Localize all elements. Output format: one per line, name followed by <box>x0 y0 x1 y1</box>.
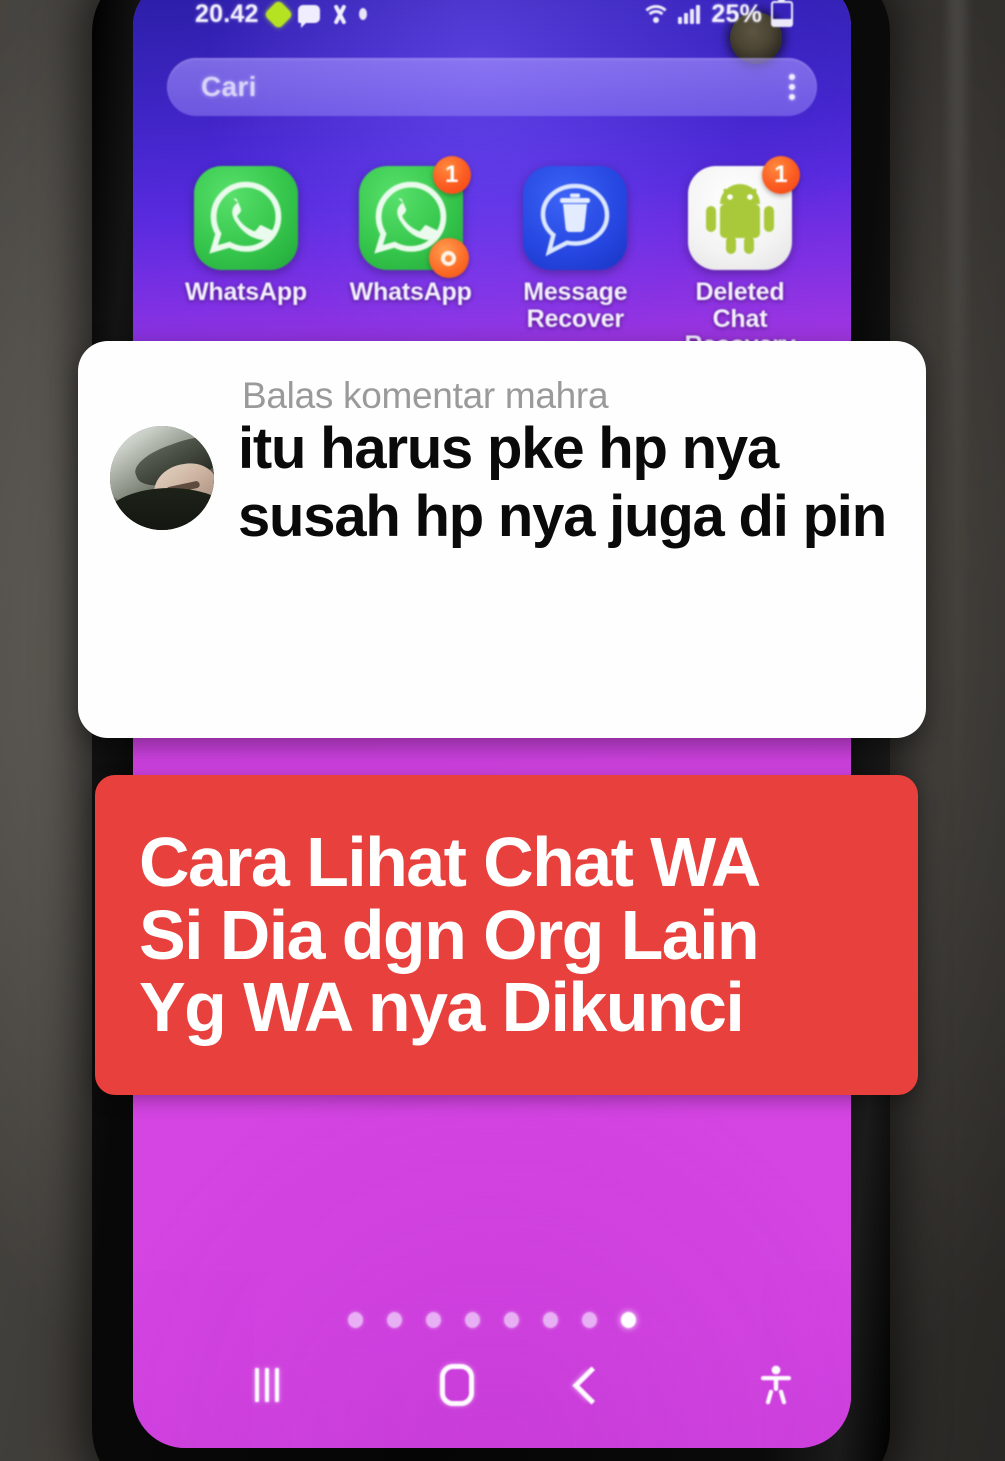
page-dot[interactable] <box>387 1312 402 1328</box>
phone-bezel-highlight-right <box>948 0 966 886</box>
app-label-line1: Deleted Chat <box>695 278 785 333</box>
video-caption-box: Cara Lihat Chat WA Si Dia dgn Org Lain Y… <box>95 775 918 1095</box>
status-bar-clock: 20.42 <box>195 0 259 28</box>
reply-label: Balas komentar mahra <box>242 375 609 416</box>
page-dot-active[interactable] <box>621 1312 636 1328</box>
app-label-line1: Message <box>523 278 628 306</box>
nav-slot-home[interactable] <box>390 1364 525 1406</box>
notification-badge: 1 <box>761 156 800 194</box>
notification-badge: 1 <box>432 156 471 194</box>
nav-slot-recents[interactable] <box>177 1368 390 1402</box>
wifi-icon <box>641 4 672 24</box>
system-navigation-bar[interactable] <box>133 1356 851 1414</box>
page-dot[interactable] <box>465 1312 480 1328</box>
battery-percent-label: 25% <box>711 0 762 28</box>
app-label: Message Recover <box>500 279 650 332</box>
caption-line-3: Yg WA nya Dikunci <box>139 968 745 1047</box>
app-icon-wrap[interactable]: 1 <box>687 156 800 270</box>
scissors-icon <box>329 4 350 25</box>
app-icon-wrap[interactable]: 1 <box>358 156 471 278</box>
accessibility-icon[interactable] <box>759 1364 793 1406</box>
whatsapp-icon[interactable] <box>194 166 298 270</box>
app-label: WhatsApp <box>185 278 307 306</box>
back-icon[interactable] <box>572 1365 611 1405</box>
battery-icon <box>771 0 793 27</box>
small-dot-icon <box>358 8 367 20</box>
status-bar-right: 25% <box>641 0 793 29</box>
page-dot[interactable] <box>426 1312 441 1328</box>
search-input-placeholder[interactable]: Cari <box>201 71 257 103</box>
page-dot[interactable] <box>543 1312 558 1328</box>
message-recover-icon[interactable] <box>523 166 628 270</box>
commenter-avatar <box>110 426 214 530</box>
comment-text: itu harus pke hp nya susah hp nya juga d… <box>238 416 887 549</box>
whatsapp-glyph-icon <box>209 181 282 254</box>
app-label: WhatsApp <box>349 278 472 306</box>
caption-line-1: Cara Lihat Chat WA <box>139 823 761 902</box>
kebab-menu-icon[interactable] <box>789 74 795 100</box>
nav-slot-back[interactable] <box>524 1365 659 1405</box>
comment-reply-card: Balas komentar mahra itu harus pke hp ny… <box>78 341 926 738</box>
caption-line-2: Si Dia dgn Org Lain <box>139 895 760 974</box>
android-dot-icon <box>263 0 293 29</box>
screenshot-stage: 20.42 25% Cari WhatsApp 1 WhatsApp Messa… <box>0 0 1005 1461</box>
status-bar: 20.42 25% <box>133 0 851 36</box>
app-clone-indicator-icon <box>428 238 469 278</box>
home-screen-page-dots[interactable] <box>133 1312 851 1328</box>
accessibility-glyph-icon <box>761 1365 791 1405</box>
recents-icon[interactable] <box>255 1368 279 1402</box>
nav-slot-accessibility[interactable] <box>659 1364 812 1406</box>
home-icon[interactable] <box>439 1364 474 1406</box>
app-label-line2: Recover <box>526 304 624 333</box>
app-icon-wrap[interactable] <box>194 166 298 270</box>
search-bar[interactable]: Cari <box>167 58 817 116</box>
signal-bars-icon <box>678 4 701 24</box>
message-recover-glyph-icon <box>541 183 610 257</box>
page-dot[interactable] <box>504 1312 519 1328</box>
page-dot[interactable] <box>348 1312 363 1328</box>
status-bar-left: 20.42 <box>195 0 367 29</box>
message-bubble-icon <box>297 5 320 28</box>
app-icon-wrap[interactable] <box>523 166 628 270</box>
page-dot[interactable] <box>582 1312 597 1328</box>
